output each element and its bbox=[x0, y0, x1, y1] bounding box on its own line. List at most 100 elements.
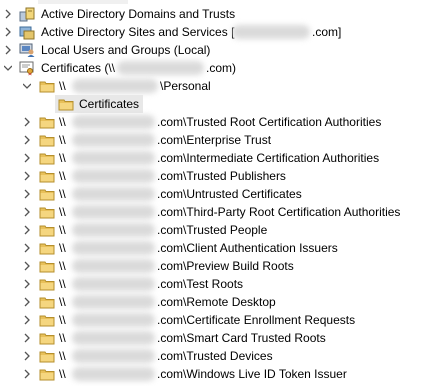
tree-node-label-prefix: \\ bbox=[59, 169, 66, 183]
tree-node-label: Certificates (\\ bbox=[41, 61, 116, 75]
folder-icon bbox=[39, 153, 55, 165]
folder-icon bbox=[39, 297, 55, 309]
redacted-text bbox=[72, 241, 155, 255]
tree-node-label-prefix: \\ bbox=[59, 259, 66, 273]
chevron-right-icon[interactable] bbox=[23, 189, 31, 199]
tree-node-store[interactable]: \\ .com\Test Roots bbox=[0, 275, 443, 293]
ad-domains-icon bbox=[19, 7, 35, 22]
tree-node-label: Local Users and Groups (Local) bbox=[41, 43, 211, 57]
redacted-text bbox=[72, 187, 155, 201]
tree-node-label-suffix: .com\Trusted Root Certification Authorit… bbox=[157, 115, 382, 129]
folder-icon bbox=[39, 117, 55, 129]
folder-icon bbox=[39, 261, 55, 273]
folder-icon bbox=[39, 135, 55, 147]
redacted-text bbox=[72, 349, 155, 363]
folder-icon bbox=[39, 207, 55, 219]
chevron-right-icon[interactable] bbox=[23, 207, 31, 217]
tree-node-label-suffix: .com\Certificate Enrollment Requests bbox=[157, 313, 356, 327]
redacted-text bbox=[72, 223, 155, 237]
redacted-text bbox=[72, 259, 155, 273]
tree-node-store[interactable]: \\ .com\Trusted People bbox=[0, 221, 443, 239]
tree-node-store[interactable]: \\ .com\Untrusted Certificates bbox=[0, 185, 443, 203]
redacted-text bbox=[72, 169, 155, 183]
redacted-text bbox=[72, 79, 158, 93]
redacted-text bbox=[72, 115, 155, 129]
chevron-down-icon[interactable] bbox=[4, 63, 12, 73]
tree-node-label-suffix: .com\Remote Desktop bbox=[157, 295, 276, 309]
tree-node-store[interactable]: \\ .com\Third-Party Root Certification A… bbox=[0, 203, 443, 221]
tree-node-store[interactable]: \\ .com\Remote Desktop bbox=[0, 293, 443, 311]
tree-node-label-suffix: .com] bbox=[312, 25, 342, 39]
tree-node-label-suffix: .com\Intermediate Certification Authorit… bbox=[157, 151, 380, 165]
chevron-right-icon[interactable] bbox=[23, 117, 31, 127]
redacted-text bbox=[72, 367, 155, 381]
chevron-right-icon[interactable] bbox=[23, 279, 31, 289]
tree-node-label-prefix: \\ bbox=[59, 367, 66, 381]
folder-icon bbox=[39, 225, 55, 237]
tree-node-store[interactable]: \\ .com\Preview Build Roots bbox=[0, 257, 443, 275]
tree-node-local-users[interactable]: Local Users and Groups (Local) bbox=[0, 41, 443, 59]
tree-node-store[interactable]: \\ .com\Windows Live ID Token Issuer bbox=[0, 365, 443, 383]
tree-node-label-suffix: .com\Test Roots bbox=[157, 277, 244, 291]
ad-sites-icon bbox=[19, 26, 35, 40]
tree-node-store[interactable]: \\ .com\Intermediate Certification Autho… bbox=[0, 149, 443, 167]
redacted-text bbox=[72, 313, 155, 327]
redacted-text bbox=[72, 133, 155, 147]
tree-node-label: Certificates bbox=[79, 97, 140, 111]
chevron-right-icon[interactable] bbox=[23, 243, 31, 253]
tree-node-certificates-root[interactable]: Certificates (\\ .com) bbox=[0, 59, 443, 77]
folder-icon bbox=[39, 369, 55, 381]
chevron-right-icon[interactable] bbox=[23, 261, 31, 271]
chevron-right-icon[interactable] bbox=[4, 9, 12, 19]
chevron-down-icon[interactable] bbox=[23, 81, 31, 91]
tree-node-label-prefix: \\ bbox=[59, 205, 66, 219]
tree-node-store[interactable]: \\ .com\Trusted Root Certification Autho… bbox=[0, 113, 443, 131]
tree-node-label-suffix: .com\Third-Party Root Certification Auth… bbox=[157, 205, 401, 219]
chevron-right-icon[interactable] bbox=[23, 153, 31, 163]
chevron-right-icon[interactable] bbox=[23, 171, 31, 181]
cut-off-row bbox=[38, 0, 128, 4]
redacted-text bbox=[72, 205, 155, 219]
tree-node-label-prefix: \\ bbox=[59, 151, 66, 165]
tree-node-store[interactable]: \\ .com\Enterprise Trust bbox=[0, 131, 443, 149]
chevron-right-icon[interactable] bbox=[23, 351, 31, 361]
chevron-right-icon[interactable] bbox=[4, 45, 12, 55]
folder-icon bbox=[39, 243, 55, 255]
tree-node-store[interactable]: \\ .com\Trusted Devices bbox=[0, 347, 443, 365]
chevron-right-icon[interactable] bbox=[23, 225, 31, 235]
chevron-right-icon[interactable] bbox=[23, 297, 31, 307]
tree-node-label-suffix: .com) bbox=[206, 61, 236, 75]
console-tree: Active Directory Domains and Trusts Acti… bbox=[0, 0, 443, 386]
redacted-text bbox=[72, 151, 155, 165]
tree-node-label-suffix: .com\Untrusted Certificates bbox=[157, 187, 302, 201]
chevron-right-icon[interactable] bbox=[23, 333, 31, 343]
tree-node-store[interactable]: \\ .com\Smart Card Trusted Roots bbox=[0, 329, 443, 347]
tree-node-label: Active Directory Sites and Services [ bbox=[41, 25, 235, 39]
chevron-right-icon[interactable] bbox=[4, 27, 12, 37]
tree-node-store[interactable]: \\ .com\Trusted Publishers bbox=[0, 167, 443, 185]
tree-node-label-prefix: \\ bbox=[59, 295, 66, 309]
tree-node-label-prefix: \\ bbox=[59, 187, 66, 201]
tree-node-label-suffix: .com\Trusted People bbox=[157, 223, 268, 237]
redacted-text bbox=[72, 331, 155, 345]
tree-node-label-prefix: \\ bbox=[59, 349, 66, 363]
tree-node-label-prefix: \\ bbox=[59, 313, 66, 327]
folder-icon bbox=[39, 81, 55, 93]
chevron-right-icon[interactable] bbox=[23, 135, 31, 145]
chevron-right-icon[interactable] bbox=[23, 369, 31, 379]
tree-node-ad-sites[interactable]: Active Directory Sites and Services [ .c… bbox=[0, 23, 443, 41]
certificate-icon bbox=[19, 61, 34, 76]
tree-node-label-prefix: \\ bbox=[59, 79, 66, 93]
tree-node-personal[interactable]: \\ \Personal bbox=[0, 77, 443, 95]
tree-node-personal-certificates[interactable]: Certificates bbox=[0, 95, 443, 113]
redacted-text bbox=[117, 61, 204, 75]
tree-node-label-suffix: .com\Trusted Publishers bbox=[157, 169, 286, 183]
redacted-text bbox=[72, 277, 155, 291]
tree-node-label-suffix: .com\Enterprise Trust bbox=[157, 133, 272, 147]
tree-node-ad-domains[interactable]: Active Directory Domains and Trusts bbox=[0, 5, 443, 23]
tree-node-label-suffix: .com\Windows Live ID Token Issuer bbox=[157, 367, 347, 381]
tree-node-store[interactable]: \\ .com\Client Authentication Issuers bbox=[0, 239, 443, 257]
chevron-right-icon[interactable] bbox=[23, 315, 31, 325]
folder-icon bbox=[39, 171, 55, 183]
tree-node-store[interactable]: \\ .com\Certificate Enrollment Requests bbox=[0, 311, 443, 329]
